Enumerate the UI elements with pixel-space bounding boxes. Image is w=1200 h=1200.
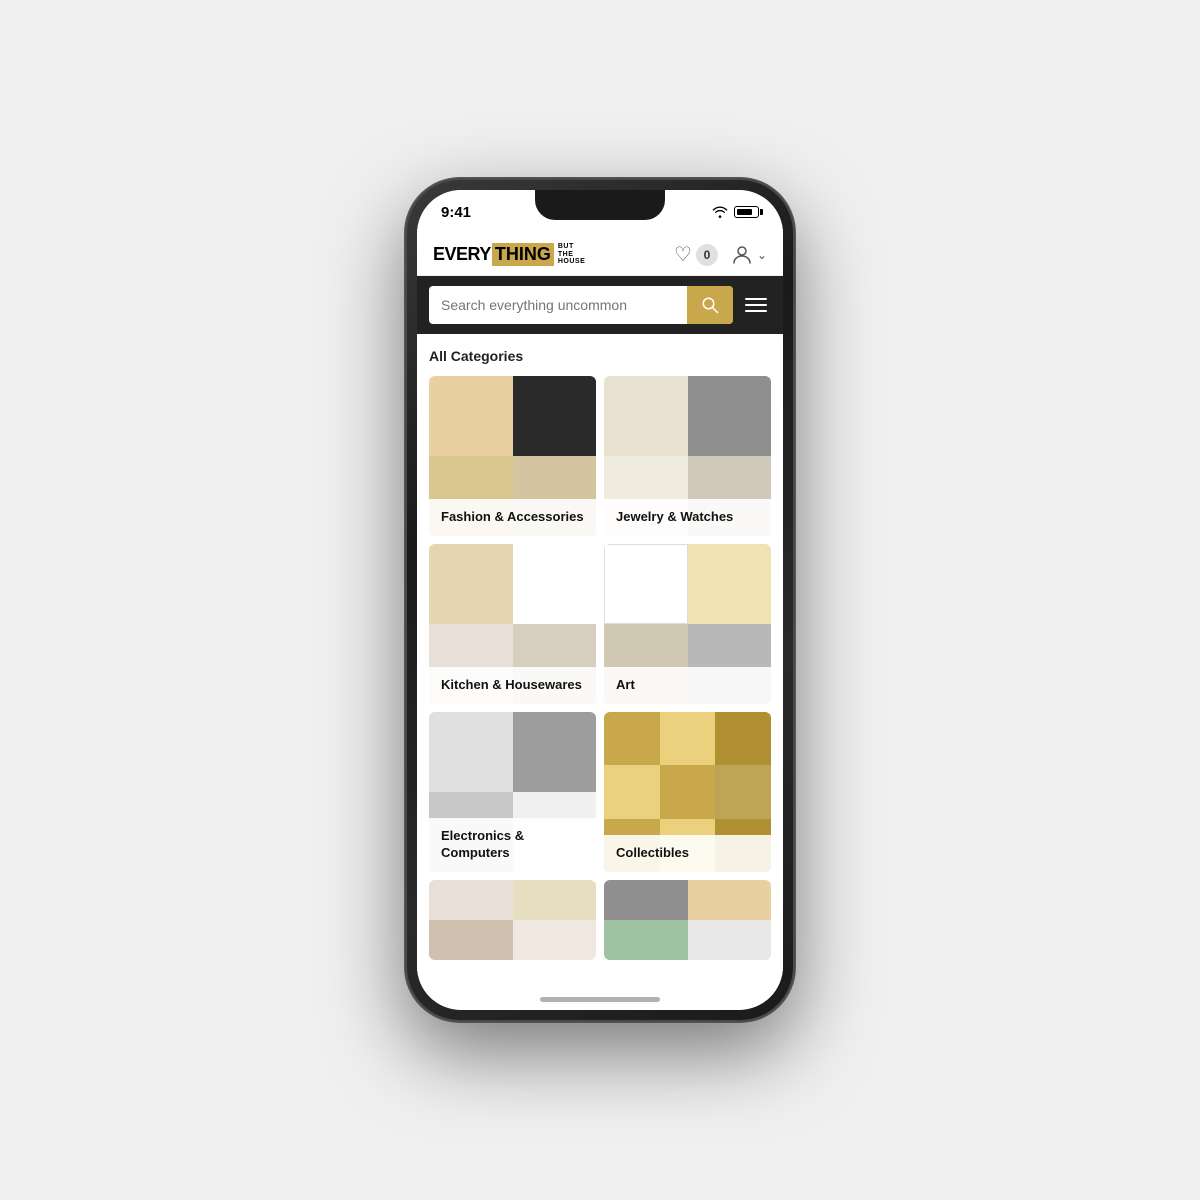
category-bg-partial1 [429, 880, 596, 960]
logo-but: BUT [558, 243, 585, 251]
search-input-wrapper [429, 286, 733, 324]
all-categories-title: All Categories [429, 348, 771, 364]
search-button[interactable] [687, 286, 733, 324]
search-bar-container [417, 276, 783, 334]
search-icon [701, 296, 719, 314]
app-header: EVERY THING BUT THE HOUSE ♡ 0 [417, 234, 783, 276]
account-button[interactable]: ⌄ [730, 243, 767, 267]
categories-grid: Fashion & Accessories Jewelry & Watches [429, 376, 771, 960]
heart-icon: ♡ [674, 242, 692, 267]
logo-tagline: BUT THE HOUSE [558, 243, 585, 266]
category-label-text-fashion: Fashion & Accessories [441, 509, 584, 526]
search-input[interactable] [429, 287, 687, 323]
menu-line-2 [745, 304, 767, 306]
category-card-electronics[interactable]: Electronics & Computers [429, 712, 596, 872]
category-label-collectibles: Collectibles [604, 835, 771, 872]
wifi-icon [712, 206, 728, 218]
category-card-fashion[interactable]: Fashion & Accessories [429, 376, 596, 536]
category-label-electronics: Electronics & Computers [429, 818, 596, 872]
category-label-text-jewelry: Jewelry & Watches [616, 509, 759, 526]
chevron-down-icon: ⌄ [757, 248, 767, 262]
favorites-badge: 0 [696, 244, 718, 266]
status-time: 9:41 [441, 204, 471, 221]
category-label-art: Art [604, 667, 771, 704]
notch [535, 190, 665, 220]
home-indicator [540, 997, 660, 1002]
category-card-kitchen[interactable]: Kitchen & Housewares [429, 544, 596, 704]
logo-every: EVERY [433, 244, 491, 265]
menu-button[interactable] [741, 294, 771, 316]
main-content: All Categories Fashion & Accessories [417, 334, 783, 1000]
category-label-text-art: Art [616, 677, 759, 694]
menu-line-1 [745, 298, 767, 300]
battery-icon [734, 206, 759, 218]
category-card-art[interactable]: Art [604, 544, 771, 704]
header-icons: ♡ 0 ⌄ [674, 242, 767, 267]
status-icons [712, 206, 759, 218]
category-label-kitchen: Kitchen & Housewares [429, 667, 596, 704]
logo-thing-box: THING [492, 243, 554, 266]
category-label-text-collectibles: Collectibles [616, 845, 759, 862]
screen: 9:41 EVERY THING [417, 190, 783, 1010]
logo[interactable]: EVERY THING BUT THE HOUSE [433, 243, 585, 266]
logo-the: THE [558, 251, 585, 259]
logo-house: HOUSE [558, 258, 585, 266]
account-icon [730, 243, 754, 267]
category-card-collectibles[interactable]: Collectibles [604, 712, 771, 872]
category-card-jewelry[interactable]: Jewelry & Watches [604, 376, 771, 536]
category-label-fashion: Fashion & Accessories [429, 499, 596, 536]
category-label-jewelry: Jewelry & Watches [604, 499, 771, 536]
category-bg-partial2 [604, 880, 771, 960]
favorites-button[interactable]: ♡ 0 [674, 242, 718, 267]
phone-wrapper: 9:41 EVERY THING [405, 178, 795, 1022]
menu-line-3 [745, 310, 767, 312]
phone-frame: 9:41 EVERY THING [405, 178, 795, 1022]
category-label-text-electronics: Electronics & Computers [441, 828, 584, 862]
category-card-partial1[interactable] [429, 880, 596, 960]
category-card-partial2[interactable] [604, 880, 771, 960]
logo-thing: THING [495, 244, 551, 264]
category-label-text-kitchen: Kitchen & Housewares [441, 677, 584, 694]
